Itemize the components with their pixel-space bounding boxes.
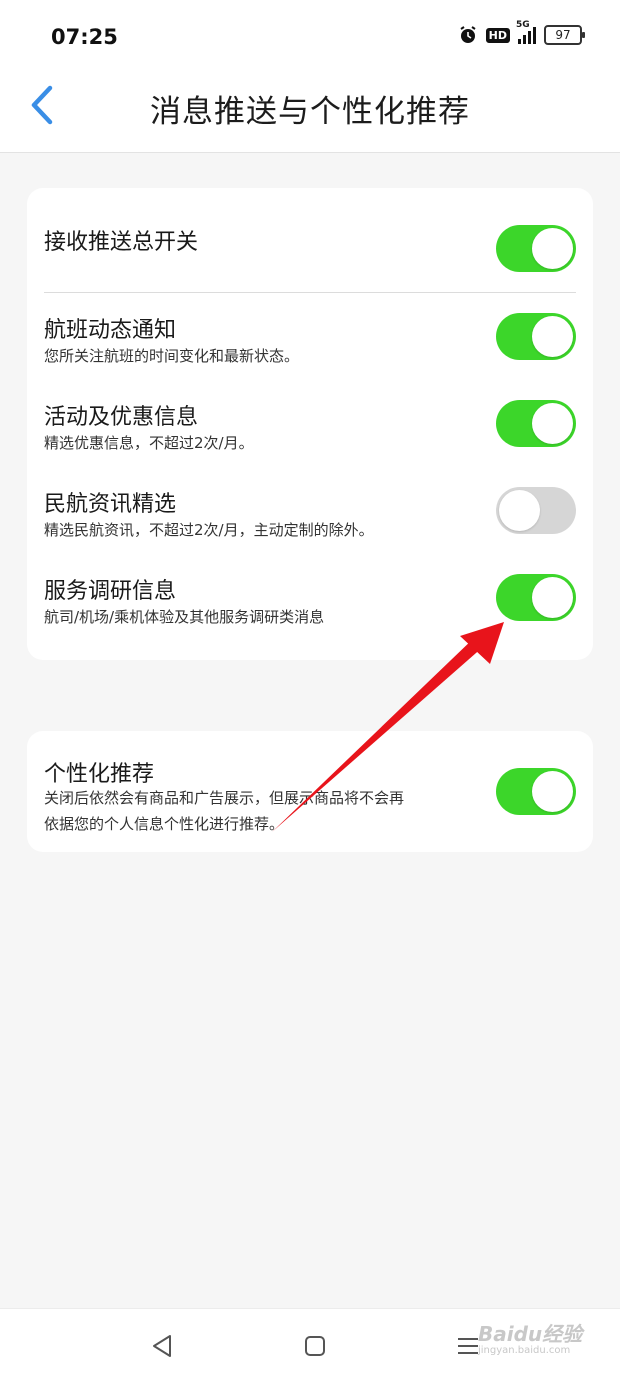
alarm-icon xyxy=(460,26,476,43)
personalization-row: 个性化推荐 关闭后依然会有商品和广告展示，但展示商品将不会再 依据您的个人信息个… xyxy=(44,731,576,852)
flight-status-title: 航班动态通知 xyxy=(44,318,177,343)
master-push-title: 接收推送总开关 xyxy=(44,230,199,255)
service-survey-title: 服务调研信息 xyxy=(44,579,177,604)
page-header: 消息推送与个性化推荐 xyxy=(0,70,620,153)
personalization-title: 个性化推荐 xyxy=(44,762,155,787)
aviation-news-title: 民航资讯精选 xyxy=(44,492,177,517)
aviation-news-desc: 精选民航资讯，不超过2次/月，主动定制的除外。 xyxy=(44,521,374,539)
promotions-desc: 精选优惠信息，不超过2次/月。 xyxy=(44,434,254,452)
page-title: 消息推送与个性化推荐 xyxy=(150,94,470,130)
flight-status-toggle[interactable] xyxy=(496,313,576,360)
watermark-text: Baidu经验 xyxy=(478,1322,583,1346)
watermark: Baidu经验 jingyan.baidu.com xyxy=(478,1318,582,1356)
flight-status-desc: 您所关注航班的时间变化和最新状态。 xyxy=(44,347,300,365)
service-survey-row: 服务调研信息 航司/机场/乘机体验及其他服务调研类消息 xyxy=(44,554,576,641)
aviation-news-toggle[interactable] xyxy=(496,487,576,534)
promotions-title: 活动及优惠信息 xyxy=(44,405,199,430)
push-settings-card: 接收推送总开关 航班动态通知 您所关注航班的时间变化和最新状态。 活动及优惠信息… xyxy=(27,188,593,660)
promotions-toggle[interactable] xyxy=(496,400,576,447)
signal-icon: 5G xyxy=(516,20,536,44)
status-time: 07:25 xyxy=(51,25,118,49)
battery-icon: 97 xyxy=(544,25,585,45)
nav-back-button[interactable] xyxy=(150,1333,174,1363)
home-square-icon xyxy=(305,1336,325,1356)
personalization-desc-line2: 依据您的个人信息个性化进行推荐。 xyxy=(44,815,285,833)
status-bar: 07:25 HD 5G 97 xyxy=(0,0,620,70)
personalization-card: 个性化推荐 关闭后依然会有商品和广告展示，但展示商品将不会再 依据您的个人信息个… xyxy=(27,731,593,852)
back-triangle-icon xyxy=(153,1335,171,1357)
personalization-desc-line1: 关闭后依然会有商品和广告展示，但展示商品将不会再 xyxy=(44,789,405,807)
service-survey-desc: 航司/机场/乘机体验及其他服务调研类消息 xyxy=(44,608,325,626)
watermark-url: jingyan.baidu.com xyxy=(478,1345,571,1356)
promotions-row: 活动及优惠信息 精选优惠信息，不超过2次/月。 xyxy=(44,380,576,467)
personalization-toggle[interactable] xyxy=(496,768,576,815)
master-push-row: 接收推送总开关 xyxy=(44,188,576,292)
nav-home-button[interactable] xyxy=(303,1333,327,1363)
hd-icon: HD xyxy=(485,27,510,43)
status-icons: HD 5G 97 xyxy=(458,20,585,45)
master-push-toggle[interactable] xyxy=(496,225,576,272)
flight-status-row: 航班动态通知 您所关注航班的时间变化和最新状态。 xyxy=(44,293,576,380)
aviation-news-row: 民航资讯精选 精选民航资讯，不超过2次/月，主动定制的除外。 xyxy=(44,467,576,554)
network-label: 5G xyxy=(516,20,530,30)
service-survey-toggle[interactable] xyxy=(496,574,576,621)
